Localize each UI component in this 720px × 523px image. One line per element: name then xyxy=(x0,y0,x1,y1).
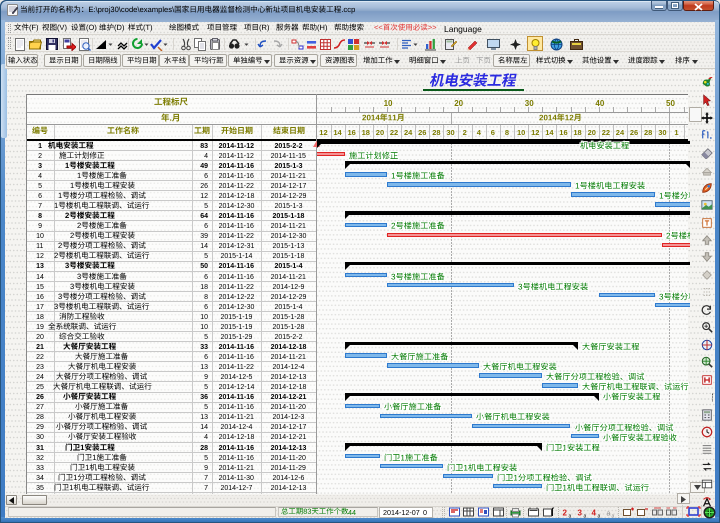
svg-text:a: a xyxy=(607,510,611,517)
svg-text:a: a xyxy=(569,513,572,518)
svg-text:a: a xyxy=(598,513,601,518)
svg-text:3: 3 xyxy=(577,508,582,517)
svg-text:4: 4 xyxy=(592,508,597,517)
svg-text:100%: 100% xyxy=(710,393,713,403)
svg-text:a: a xyxy=(583,513,586,518)
svg-text:2: 2 xyxy=(563,508,568,517)
svg-text:a: a xyxy=(612,513,615,518)
